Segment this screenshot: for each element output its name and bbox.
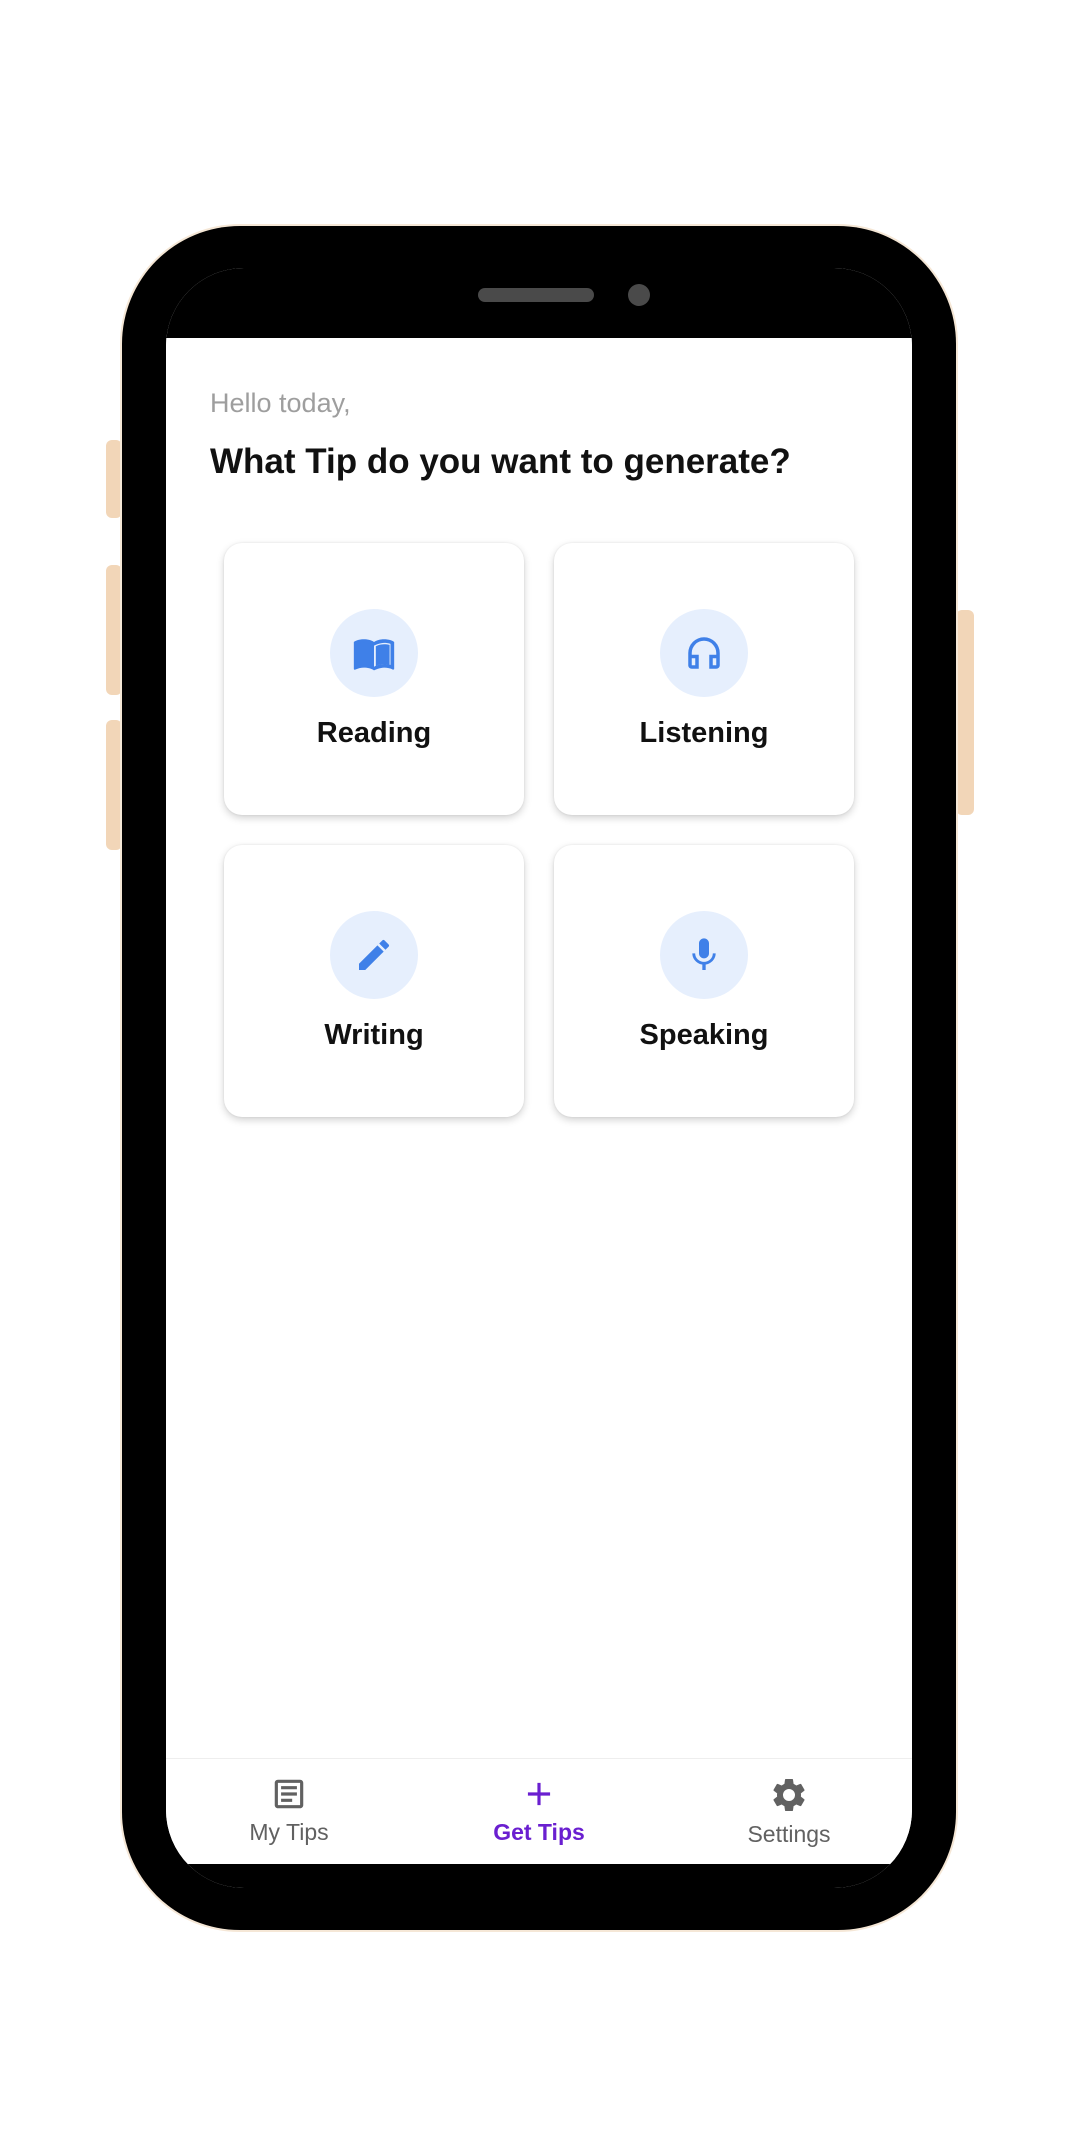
gear-icon [773, 1779, 805, 1811]
speaking-icon-circle [660, 911, 748, 999]
reading-icon-circle [330, 609, 418, 697]
speaking-card[interactable]: Speaking [554, 845, 854, 1117]
listening-card[interactable]: Listening [554, 543, 854, 815]
front-camera [628, 284, 650, 306]
plus-icon [527, 1782, 551, 1806]
bottom-navigation: My Tips Get Tips Settings [166, 1758, 912, 1865]
writing-icon-circle [330, 911, 418, 999]
nav-label-my-tips: My Tips [249, 1819, 329, 1845]
volume-down-button [106, 720, 122, 850]
nav-label-settings: Settings [747, 1821, 831, 1847]
list-document-icon [274, 1779, 304, 1809]
reading-card[interactable]: Reading [224, 543, 524, 815]
tip-category-grid: Reading Listening Writing Speaking [224, 543, 856, 1117]
writing-label: Writing [324, 1019, 424, 1051]
listening-icon-circle [660, 609, 748, 697]
microphone-icon [692, 938, 716, 970]
listening-label: Listening [639, 717, 769, 749]
mute-switch [106, 440, 122, 518]
screen-bottom-bezel [166, 1864, 912, 1888]
pencil-icon [359, 939, 390, 970]
speaking-label: Speaking [639, 1019, 769, 1051]
headphones-icon [688, 637, 720, 669]
writing-card[interactable]: Writing [224, 845, 524, 1117]
main-content: Hello today, What Tip do you want to gen… [166, 338, 912, 1758]
reading-label: Reading [316, 717, 432, 749]
page-title: What Tip do you want to generate? [210, 442, 791, 481]
nav-label-get-tips: Get Tips [493, 1819, 585, 1845]
book-open-icon [353, 639, 395, 671]
nav-item-my-tips[interactable]: My Tips [166, 1759, 412, 1865]
mockup-stage: Hello today, What Tip do you want to gen… [0, 0, 1079, 2156]
nav-item-settings[interactable]: Settings [666, 1759, 912, 1865]
status-area [166, 268, 912, 338]
earpiece-speaker [478, 288, 594, 302]
phone-screen: Hello today, What Tip do you want to gen… [166, 268, 912, 1888]
power-button [956, 610, 974, 815]
greeting-text: Hello today, [210, 388, 351, 418]
volume-up-button [106, 565, 122, 695]
phone-frame: Hello today, What Tip do you want to gen… [122, 226, 956, 1930]
nav-item-get-tips[interactable]: Get Tips [412, 1759, 666, 1865]
